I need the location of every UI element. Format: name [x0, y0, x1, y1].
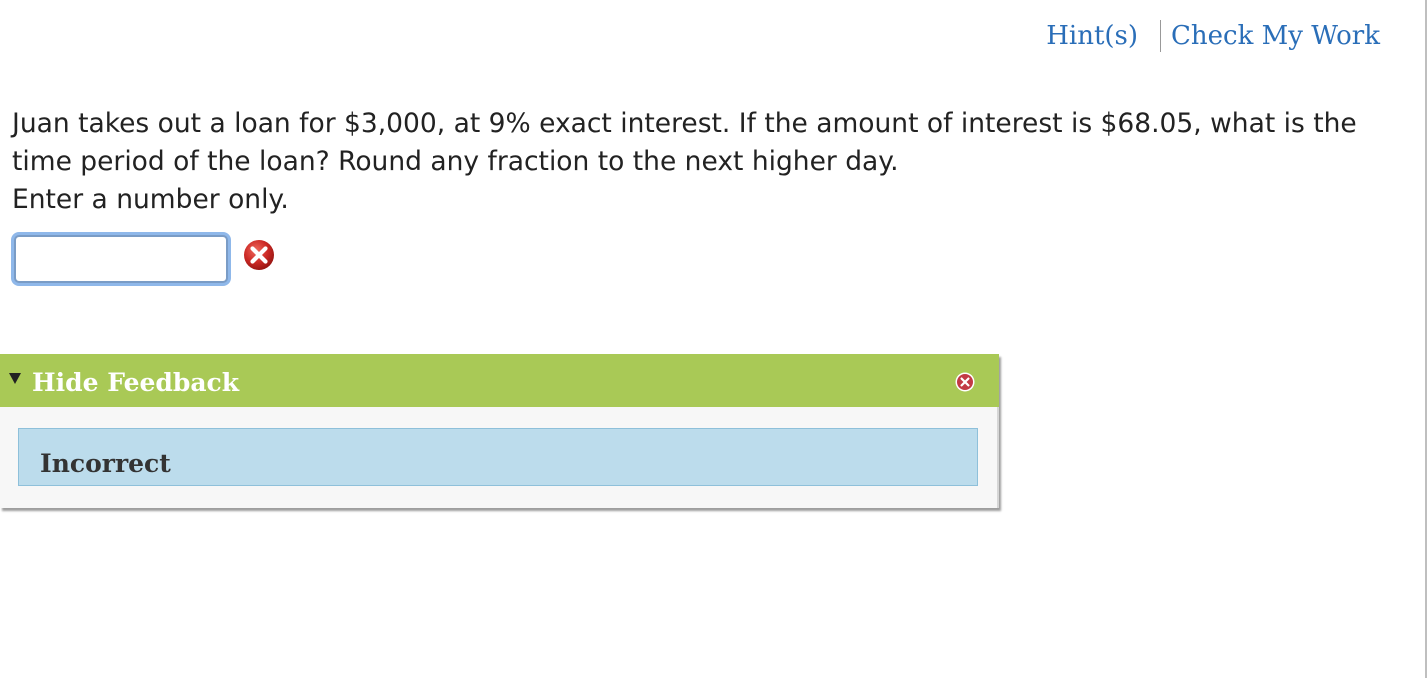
hide-feedback-label: Hide Feedback: [32, 368, 240, 397]
question-instruction: Enter a number only.: [12, 184, 289, 215]
toolbar: Hint(s) Check My Work: [1046, 18, 1380, 54]
feedback-toggle[interactable]: Hide Feedback: [0, 354, 999, 407]
close-x-icon[interactable]: [955, 372, 975, 392]
feedback-panel: Hide Feedback Incorrect: [0, 354, 999, 508]
question-text: Juan takes out a loan for $3,000, at 9% …: [12, 105, 1417, 219]
feedback-result-box: Incorrect: [18, 428, 978, 486]
check-my-work-link[interactable]: Check My Work: [1171, 21, 1380, 51]
triangle-down-icon: [9, 373, 21, 384]
hints-link[interactable]: Hint(s): [1046, 21, 1138, 51]
toolbar-separator: [1160, 20, 1162, 52]
answer-input[interactable]: [14, 235, 228, 283]
question-line-1: Juan takes out a loan for $3,000, at 9% …: [12, 108, 1357, 139]
question-line-2: time period of the loan? Round any fract…: [12, 146, 899, 177]
answer-row: [11, 235, 277, 283]
error-x-circle-icon: [242, 238, 276, 272]
result-label: Incorrect: [40, 449, 171, 478]
